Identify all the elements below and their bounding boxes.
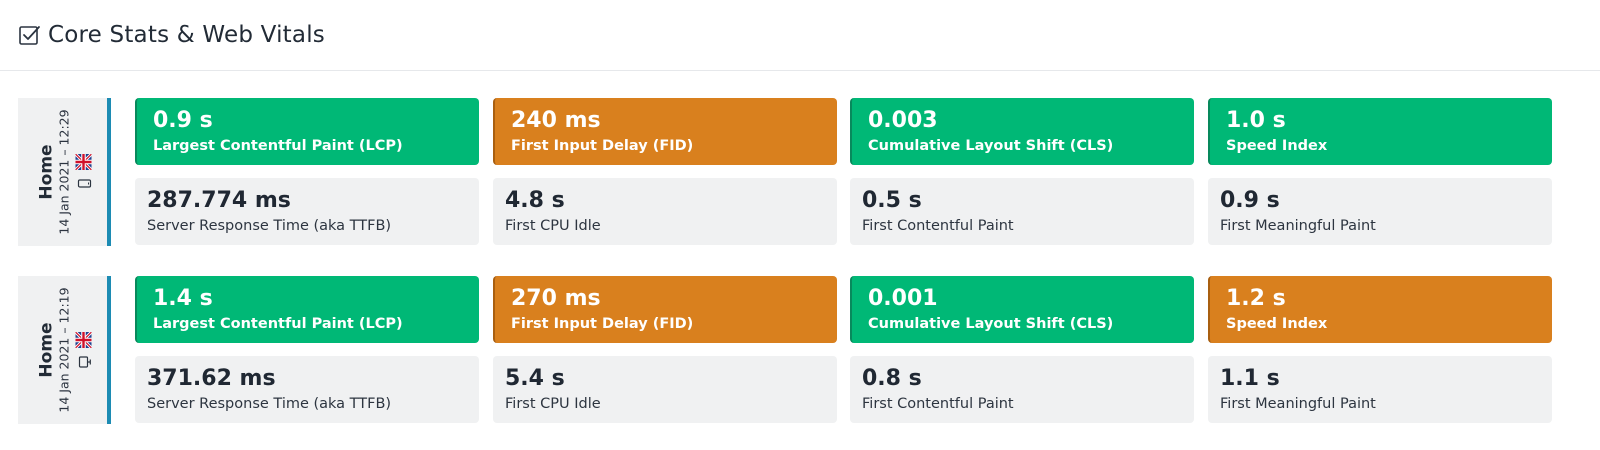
lcp-tile[interactable]: 1.4 s Largest Contentful Paint (LCP) (135, 276, 479, 343)
uk-flag-icon (74, 330, 93, 350)
ttfb-label: Server Response Time (aka TTFB) (147, 396, 392, 412)
fmp-label: First Meaningful Paint (1220, 218, 1376, 234)
fmp-value: 1.1 s (1220, 366, 1280, 391)
cls-value: 0.001 (868, 286, 938, 311)
page-name: Home (36, 322, 57, 378)
speed-index-label: Speed Index (1226, 138, 1328, 154)
ttfb-value: 287.774 ms (147, 188, 291, 213)
uk-flag-icon (74, 152, 93, 172)
page-name: Home (36, 144, 57, 200)
checkbox-checked-icon (18, 24, 41, 47)
section-header: Core Stats & Web Vitals (0, 0, 1600, 71)
speed-index-tile[interactable]: 1.2 s Speed Index (1208, 276, 1552, 343)
test-timestamp: 14 Jan 2021 – 12:29 (56, 109, 72, 235)
fcp-label: First Contentful Paint (862, 218, 1014, 234)
test-result-row: Home 14 Jan 2021 – 12:29 0.9 s Largest C… (18, 98, 1584, 248)
lcp-label: Largest Contentful Paint (LCP) (153, 138, 403, 154)
ttfb-tile[interactable]: 287.774 ms Server Response Time (aka TTF… (135, 178, 479, 245)
cls-tile[interactable]: 0.003 Cumulative Layout Shift (CLS) (850, 98, 1194, 165)
lcp-label: Largest Contentful Paint (LCP) (153, 316, 403, 332)
row-page-info[interactable]: Home 14 Jan 2021 – 12:19 (18, 276, 111, 424)
cls-tile[interactable]: 0.001 Cumulative Layout Shift (CLS) (850, 276, 1194, 343)
first-cpu-idle-label: First CPU Idle (505, 218, 601, 234)
fid-value: 270 ms (511, 286, 601, 311)
fid-value: 240 ms (511, 108, 601, 133)
ttfb-tile[interactable]: 371.62 ms Server Response Time (aka TTFB… (135, 356, 479, 423)
lcp-tile[interactable]: 0.9 s Largest Contentful Paint (LCP) (135, 98, 479, 165)
test-timestamp: 14 Jan 2021 – 12:19 (56, 287, 72, 413)
fcp-value: 0.5 s (862, 188, 922, 213)
desktop-icon (77, 356, 91, 368)
row-page-info[interactable]: Home 14 Jan 2021 – 12:29 (18, 98, 111, 246)
test-result-row: Home 14 Jan 2021 – 12:19 1.4 s Largest C… (18, 276, 1584, 426)
speed-index-value: 1.2 s (1226, 286, 1286, 311)
first-cpu-idle-label: First CPU Idle (505, 396, 601, 412)
first-cpu-idle-tile[interactable]: 4.8 s First CPU Idle (493, 178, 837, 245)
fcp-tile[interactable]: 0.8 s First Contentful Paint (850, 356, 1194, 423)
fcp-tile[interactable]: 0.5 s First Contentful Paint (850, 178, 1194, 245)
speed-index-tile[interactable]: 1.0 s Speed Index (1208, 98, 1552, 165)
lcp-value: 0.9 s (153, 108, 213, 133)
fid-label: First Input Delay (FID) (511, 138, 694, 154)
fmp-tile[interactable]: 0.9 s First Meaningful Paint (1208, 178, 1552, 245)
fid-tile[interactable]: 240 ms First Input Delay (FID) (493, 98, 837, 165)
cls-label: Cumulative Layout Shift (CLS) (868, 138, 1114, 154)
fid-label: First Input Delay (FID) (511, 316, 694, 332)
ttfb-value: 371.62 ms (147, 366, 276, 391)
fmp-tile[interactable]: 1.1 s First Meaningful Paint (1208, 356, 1552, 423)
speed-index-value: 1.0 s (1226, 108, 1286, 133)
first-cpu-idle-value: 5.4 s (505, 366, 565, 391)
section-title: Core Stats & Web Vitals (48, 22, 325, 48)
first-cpu-idle-tile[interactable]: 5.4 s First CPU Idle (493, 356, 837, 423)
fmp-label: First Meaningful Paint (1220, 396, 1376, 412)
first-cpu-idle-value: 4.8 s (505, 188, 565, 213)
fcp-value: 0.8 s (862, 366, 922, 391)
ttfb-label: Server Response Time (aka TTFB) (147, 218, 392, 234)
fid-tile[interactable]: 270 ms First Input Delay (FID) (493, 276, 837, 343)
fmp-value: 0.9 s (1220, 188, 1280, 213)
mobile-icon (77, 178, 92, 190)
cls-value: 0.003 (868, 108, 938, 133)
fcp-label: First Contentful Paint (862, 396, 1014, 412)
lcp-value: 1.4 s (153, 286, 213, 311)
cls-label: Cumulative Layout Shift (CLS) (868, 316, 1114, 332)
speed-index-label: Speed Index (1226, 316, 1328, 332)
